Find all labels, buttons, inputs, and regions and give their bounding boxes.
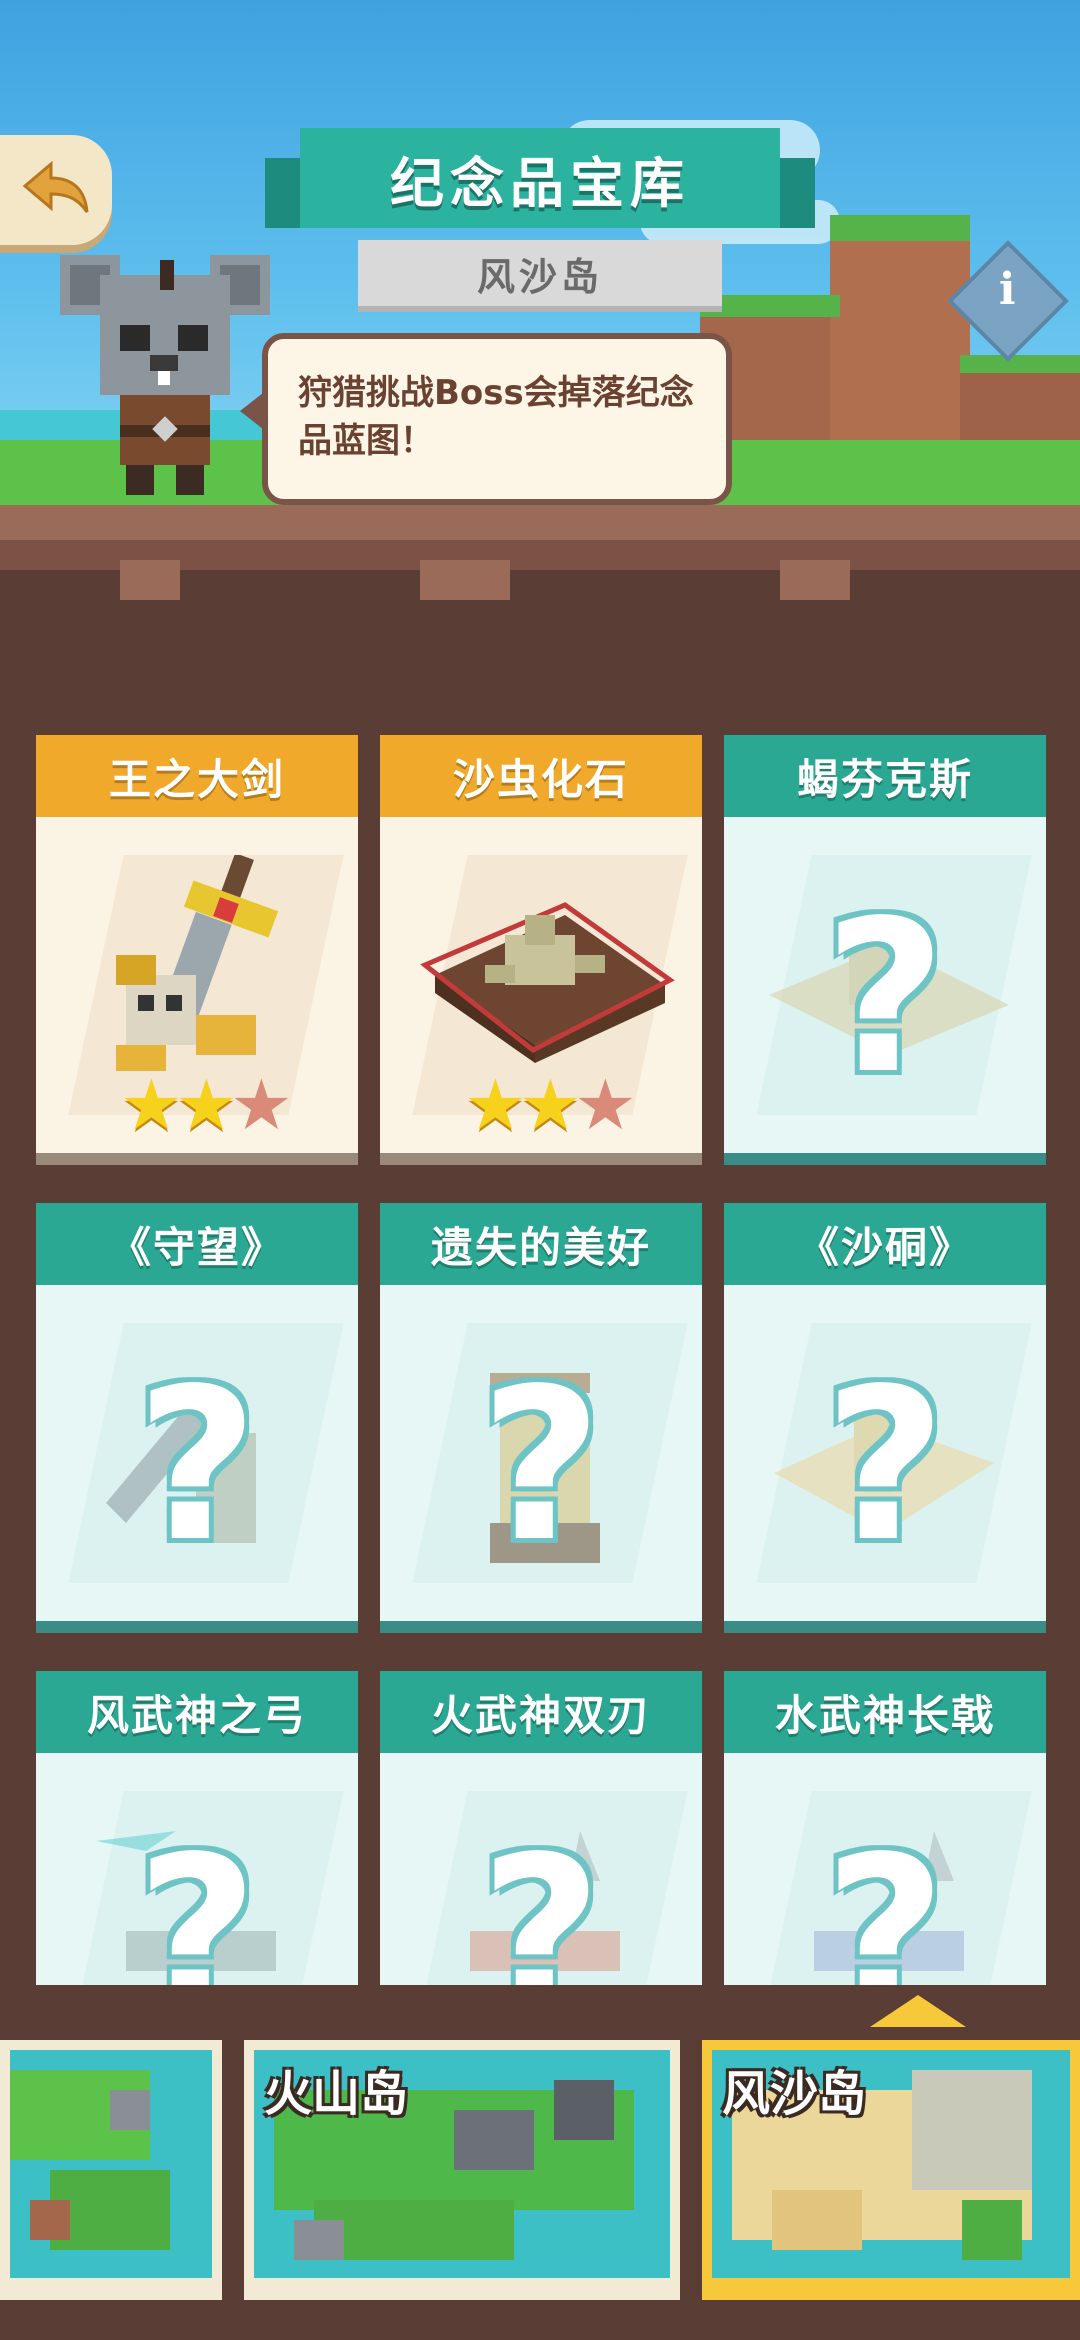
- locked-question-icon: ?: [136, 1343, 258, 1588]
- dirt-step: [780, 560, 850, 600]
- card-title: 水武神长戟: [774, 1690, 995, 1740]
- subtitle-text: 风沙岛: [476, 254, 603, 299]
- card-footer: [36, 1153, 358, 1165]
- souvenir-card[interactable]: 风武神之弓 ?: [36, 1671, 358, 1985]
- back-arrow-icon: [21, 160, 91, 220]
- card-title: 沙虫化石: [452, 754, 629, 804]
- card-header: 《守望》: [36, 1203, 358, 1285]
- souvenir-grid: 王之大剑 ★ ★ ★ 沙虫化石 ★ ★ ★ 蝎芬克斯 ? 《守望》 ? 遗失的美…: [0, 735, 1080, 1985]
- island-tab-label: 火山岛: [264, 2066, 409, 2122]
- locked-question-icon: ?: [824, 875, 946, 1120]
- sword-skull-icon: [116, 853, 296, 1079]
- star-filled-icon: ★: [120, 1064, 183, 1146]
- card-title: 风武神之弓: [86, 1690, 307, 1740]
- souvenir-card[interactable]: 《守望》 ?: [36, 1203, 358, 1633]
- souvenir-card[interactable]: 沙虫化石 ★ ★ ★: [380, 735, 702, 1165]
- dirt-step: [420, 560, 510, 600]
- back-button[interactable]: [0, 135, 112, 245]
- page-title: 纪念品宝库: [390, 151, 690, 215]
- npc-speech-text: 狩猎挑战Boss会掉落纪念品蓝图！: [298, 373, 694, 461]
- title-plate: 纪念品宝库: [300, 128, 780, 228]
- card-footer: [724, 1621, 1046, 1633]
- card-footer: [380, 1153, 702, 1165]
- card-footer: [36, 1621, 358, 1633]
- info-icon: i: [998, 264, 1016, 316]
- star-rating: ★ ★ ★: [464, 1070, 644, 1140]
- card-title: 蝎芬克斯: [796, 754, 973, 804]
- card-header: 沙虫化石: [380, 735, 702, 817]
- locked-question-icon: ?: [824, 1343, 946, 1588]
- island-map-thumbnail: [10, 2050, 212, 2278]
- card-header: 王之大剑: [36, 735, 358, 817]
- souvenir-card[interactable]: 遗失的美好 ?: [380, 1203, 702, 1633]
- island-tab-label: 风沙岛: [722, 2066, 867, 2122]
- island-tab-selected[interactable]: 风沙岛: [702, 2040, 1080, 2300]
- souvenir-card[interactable]: 蝎芬克斯 ?: [724, 735, 1046, 1165]
- souvenir-card[interactable]: 王之大剑 ★ ★ ★: [36, 735, 358, 1165]
- sandworm-fossil-icon: [415, 885, 675, 1069]
- card-footer: [380, 1621, 702, 1633]
- souvenir-card[interactable]: 火武神双刃 ?: [380, 1671, 702, 1985]
- card-title: 《守望》: [108, 1222, 285, 1272]
- star-empty-icon: ★: [230, 1064, 293, 1146]
- island-subtitle: 风沙岛: [358, 240, 722, 312]
- souvenir-card[interactable]: 《沙硐》 ?: [724, 1203, 1046, 1633]
- card-header: 蝎芬克斯: [724, 735, 1046, 817]
- locked-question-icon: ?: [136, 1811, 258, 1985]
- card-header: 《沙硐》: [724, 1203, 1046, 1285]
- card-title: 火武神双刃: [430, 1690, 651, 1740]
- card-footer: [724, 1153, 1046, 1165]
- npc-character: [60, 255, 270, 505]
- star-empty-icon: ★: [574, 1064, 637, 1146]
- locked-question-icon: ?: [824, 1811, 946, 1985]
- star-filled-icon: ★: [519, 1064, 582, 1146]
- npc-speech-bubble: 狩猎挑战Boss会掉落纪念品蓝图！: [240, 333, 732, 505]
- star-rating: ★ ★ ★: [120, 1070, 300, 1140]
- selected-island-pointer: [870, 1995, 966, 2027]
- card-header: 遗失的美好: [380, 1203, 702, 1285]
- locked-question-icon: ?: [480, 1811, 602, 1985]
- card-header: 水武神长戟: [724, 1671, 1046, 1753]
- title-banner: 纪念品宝库: [265, 128, 815, 238]
- island-tab[interactable]: [0, 2040, 222, 2300]
- dirt-step: [120, 560, 180, 600]
- card-title: 遗失的美好: [430, 1222, 651, 1272]
- card-title: 王之大剑: [108, 754, 285, 804]
- locked-question-icon: ?: [480, 1343, 602, 1588]
- star-filled-icon: ★: [464, 1064, 527, 1146]
- card-title: 《沙硐》: [796, 1222, 973, 1272]
- island-tab[interactable]: 火山岛: [244, 2040, 680, 2300]
- star-filled-icon: ★: [175, 1064, 238, 1146]
- souvenir-card[interactable]: 水武神长戟 ?: [724, 1671, 1046, 1985]
- card-header: 风武神之弓: [36, 1671, 358, 1753]
- card-header: 火武神双刃: [380, 1671, 702, 1753]
- dirt-strip: [0, 505, 1080, 540]
